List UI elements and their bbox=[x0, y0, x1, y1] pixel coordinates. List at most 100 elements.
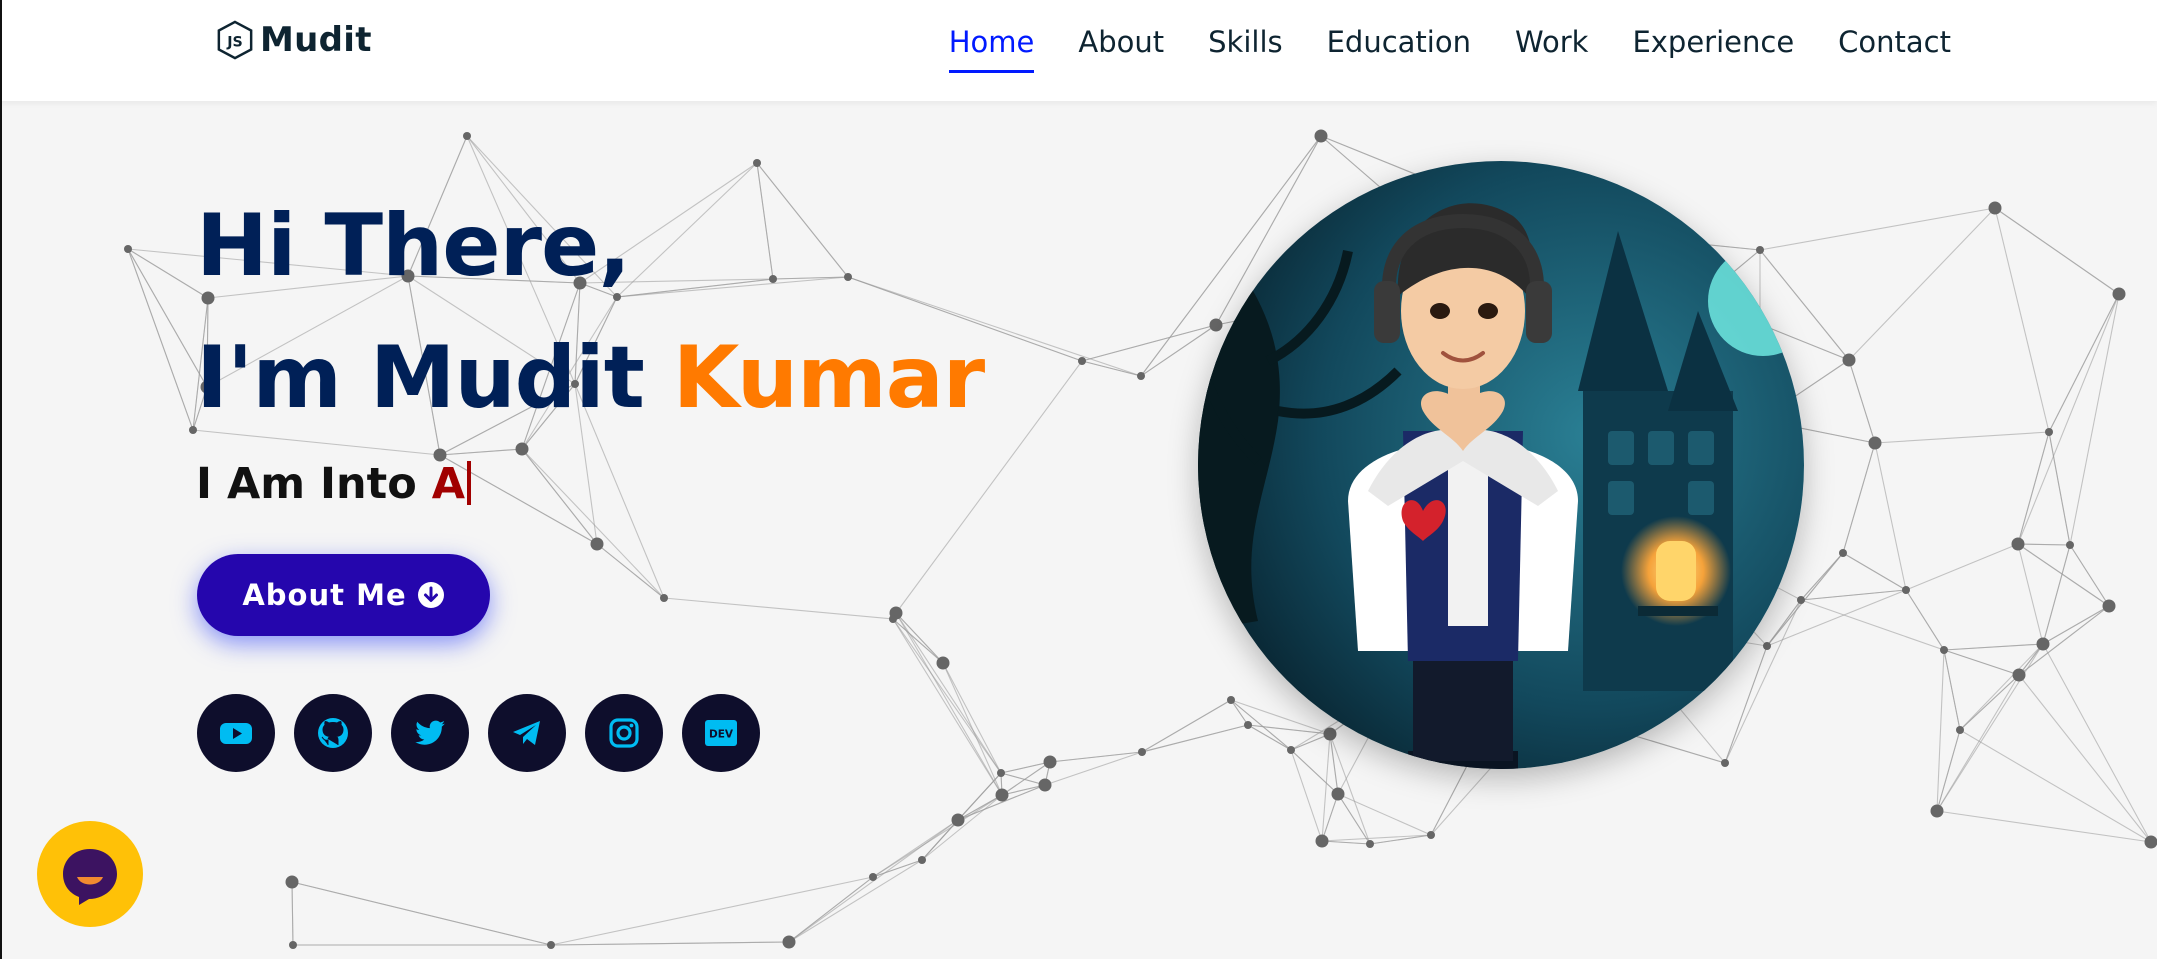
network-line bbox=[2048, 293, 2120, 433]
network-node bbox=[869, 873, 877, 881]
left-border bbox=[0, 0, 2, 959]
network-line bbox=[2018, 605, 2110, 676]
nav-work[interactable]: Work bbox=[1515, 22, 1588, 73]
github-link[interactable] bbox=[294, 694, 372, 772]
network-node bbox=[2011, 537, 2025, 551]
network-line bbox=[596, 543, 665, 599]
svg-text:JS: JS bbox=[226, 35, 243, 51]
instagram-icon bbox=[609, 718, 639, 748]
network-node bbox=[1797, 596, 1805, 604]
network-line bbox=[1905, 589, 1945, 651]
network-line bbox=[663, 597, 894, 620]
network-line bbox=[2042, 643, 2152, 843]
network-line bbox=[1724, 645, 1768, 764]
network-line bbox=[1321, 840, 1371, 845]
network-line bbox=[1848, 359, 1876, 444]
nodejs-hex-icon: JS bbox=[217, 20, 253, 60]
network-node bbox=[1988, 201, 2002, 215]
network-line bbox=[1081, 324, 1217, 362]
network-line bbox=[2017, 543, 2071, 546]
network-node bbox=[1138, 748, 1146, 756]
brand-logo[interactable]: JS Mudit bbox=[216, 20, 372, 60]
network-node bbox=[2144, 835, 2157, 849]
network-line bbox=[872, 859, 923, 878]
network-line bbox=[291, 881, 294, 946]
network-node bbox=[995, 788, 1009, 802]
network-line bbox=[1994, 207, 2050, 433]
network-line bbox=[1329, 733, 1339, 795]
network-line bbox=[1141, 724, 1249, 753]
network-line bbox=[2017, 293, 2120, 545]
network-line bbox=[1290, 749, 1323, 842]
typed-text: A bbox=[431, 459, 465, 509]
network-node bbox=[2045, 428, 2053, 436]
network-node bbox=[590, 537, 604, 551]
network-node bbox=[547, 941, 555, 949]
network-node bbox=[1244, 721, 1252, 729]
network-node bbox=[889, 615, 897, 623]
network-line bbox=[1848, 207, 1996, 361]
telegram-link[interactable] bbox=[488, 694, 566, 772]
network-node bbox=[936, 656, 950, 670]
network-line bbox=[1842, 442, 1876, 554]
network-node bbox=[918, 856, 926, 864]
nav-contact[interactable]: Contact bbox=[1838, 22, 1951, 73]
network-line bbox=[1842, 552, 1907, 591]
network-node bbox=[997, 769, 1005, 777]
network-node bbox=[1956, 726, 1964, 734]
nav-home[interactable]: Home bbox=[948, 22, 1035, 73]
network-line bbox=[895, 612, 944, 664]
network-line bbox=[1141, 699, 1232, 753]
youtube-link[interactable] bbox=[197, 694, 275, 772]
nav-skills[interactable]: Skills bbox=[1208, 22, 1282, 73]
twitter-link[interactable] bbox=[391, 694, 469, 772]
network-node bbox=[1868, 436, 1882, 450]
network-node bbox=[1756, 246, 1764, 254]
network-line bbox=[2048, 431, 2071, 546]
network-line bbox=[1800, 589, 1907, 601]
typing-prefix: I Am Into bbox=[196, 459, 432, 509]
network-node bbox=[1323, 727, 1337, 741]
network-node bbox=[1314, 129, 1328, 143]
chat-widget-button[interactable] bbox=[37, 821, 143, 927]
network-node bbox=[1427, 831, 1435, 839]
network-node bbox=[1078, 357, 1086, 365]
hero-greeting: Hi There, bbox=[196, 196, 631, 296]
network-node bbox=[1043, 755, 1057, 769]
network-line bbox=[1936, 810, 2152, 843]
network-line bbox=[2018, 674, 2152, 843]
network-line bbox=[1800, 599, 1945, 651]
typing-line: I Am Into A bbox=[196, 456, 984, 512]
nav-education[interactable]: Education bbox=[1327, 22, 1471, 73]
network-line bbox=[1321, 733, 1331, 842]
network-line bbox=[1936, 649, 1945, 812]
network-line bbox=[1943, 649, 2020, 676]
brand-name: Mudit bbox=[260, 20, 372, 60]
network-line bbox=[1000, 772, 1046, 786]
network-line bbox=[1943, 643, 2044, 651]
network-node bbox=[1227, 696, 1235, 704]
network-node bbox=[660, 594, 668, 602]
instagram-link[interactable] bbox=[585, 694, 663, 772]
typing-caret bbox=[466, 461, 471, 505]
network-node bbox=[1940, 646, 1948, 654]
network-node bbox=[1331, 787, 1345, 801]
telegram-icon bbox=[513, 721, 540, 745]
network-line bbox=[1874, 442, 1907, 591]
network-line bbox=[895, 612, 1003, 796]
network-node bbox=[124, 245, 132, 253]
network-node bbox=[2012, 668, 2026, 682]
network-node bbox=[1209, 318, 1223, 332]
network-line bbox=[2069, 544, 2110, 607]
network-line bbox=[2069, 293, 2120, 546]
network-node bbox=[1839, 549, 1847, 557]
network-node bbox=[1930, 804, 1944, 818]
hero-heading: Hi There, I'm Mudit Kumar bbox=[196, 180, 985, 444]
nav-experience[interactable]: Experience bbox=[1632, 22, 1794, 73]
network-node bbox=[2102, 599, 2116, 613]
network-node bbox=[753, 159, 761, 167]
dev-link[interactable]: DEV bbox=[682, 694, 760, 772]
nav-about[interactable]: About bbox=[1078, 22, 1164, 73]
about-me-button[interactable]: About Me bbox=[197, 554, 490, 636]
network-node bbox=[1287, 746, 1295, 754]
